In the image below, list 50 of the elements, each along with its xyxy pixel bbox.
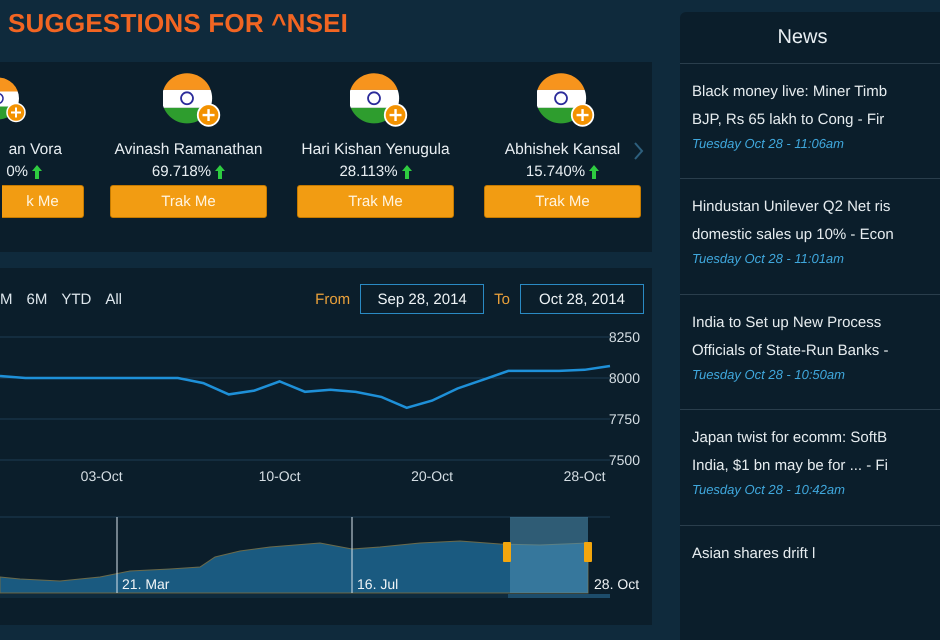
percent-change: 15.740%: [526, 163, 586, 180]
range-handle[interactable]: [584, 542, 592, 562]
news-time: Tuesday Oct 28 - 10:42am: [692, 482, 846, 498]
from-date-field[interactable]: Sep 28, 2014: [360, 284, 484, 314]
flag-icon: [536, 72, 596, 127]
y-axis-label: 8000: [608, 370, 640, 386]
x-axis-label: 10-Oct: [258, 468, 301, 484]
x-axis-label: 20-Oct: [411, 468, 454, 484]
headline-line[interactable]: Officials of State-Run Banks -: [692, 336, 940, 365]
percent-change: 28.113%: [339, 163, 398, 180]
range-button[interactable]: M: [0, 290, 12, 308]
news-time: Tuesday Oct 28 - 11:01am: [692, 251, 845, 266]
percent-change: 0%: [6, 163, 28, 180]
selection-range[interactable]: [510, 517, 588, 593]
to-label: To: [494, 290, 510, 308]
headline-line[interactable]: Hindustan Unilever Q2 Net ris: [692, 193, 940, 222]
y-axis-label: 7750: [608, 411, 640, 427]
section-title: SUGGESTIONS FOR ^NSEI: [8, 8, 350, 40]
person-name: Abhishek Kansal: [504, 141, 620, 159]
from-label: From: [315, 290, 350, 308]
chevron-right-icon[interactable]: [634, 142, 644, 160]
y-axis-label: 8250: [608, 329, 640, 345]
headline-line[interactable]: Asian shares drift l: [692, 540, 940, 568]
date-label: 28. Oct: [594, 576, 640, 592]
date-label: 21. Mar: [122, 576, 170, 592]
headline-line[interactable]: Japan twist for ecomm: SoftB: [692, 424, 940, 452]
flag-icon: [350, 72, 410, 127]
headline-line[interactable]: India to Set up New Process: [692, 308, 940, 337]
x-axis-label: 03-Oct: [80, 468, 123, 484]
headline-line[interactable]: Black money live: Miner Timb: [692, 78, 940, 106]
person-name: Hari Kishan Yenugula: [301, 141, 450, 159]
x-axis-label: 28-Oct: [564, 468, 606, 484]
range-button[interactable]: 6M: [26, 290, 48, 308]
percent-change: 69.718%: [152, 163, 212, 180]
range-handle[interactable]: [503, 542, 511, 562]
news-time: Tuesday Oct 28 - 10:50am: [692, 366, 846, 382]
range-button[interactable]: All: [105, 290, 122, 308]
news-tab[interactable]: News: [680, 12, 925, 63]
headline-line[interactable]: domestic sales up 10% - Econ: [692, 221, 940, 250]
y-axis-label: 7500: [608, 452, 640, 468]
person-name: an Vora: [8, 141, 62, 159]
person-name: Avinash Ramanathan: [114, 141, 262, 159]
scrollbar[interactable]: [0, 594, 610, 598]
headline-line[interactable]: India, $1 bn may be for ... - Fi: [692, 452, 940, 480]
headline-line[interactable]: BJP, Rs 65 lakh to Cong - Fir: [692, 106, 940, 134]
date-label: 16. Jul: [357, 576, 398, 592]
to-date-field[interactable]: Oct 28, 2014: [520, 284, 644, 314]
news-time: Tuesday Oct 28 - 11:06am: [692, 136, 845, 151]
flag-icon: [162, 72, 222, 127]
range-button[interactable]: YTD: [61, 290, 92, 308]
